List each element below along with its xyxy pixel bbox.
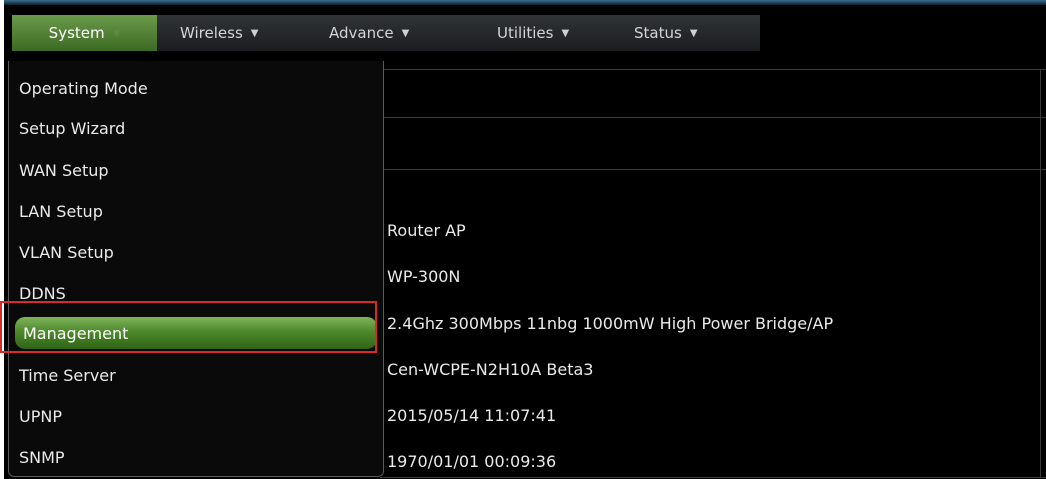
menu-item-wan-setup[interactable]: WAN Setup <box>9 156 379 184</box>
app-window: System ▼ Wireless ▼ Advance ▼ Utilities … <box>4 0 1046 479</box>
chevron-down-icon: ▼ <box>689 27 698 39</box>
menu-item-snmp[interactable]: SNMP <box>9 443 379 471</box>
main-menubar: System ▼ Wireless ▼ Advance ▼ Utilities … <box>12 15 760 51</box>
menu-item-lan-setup[interactable]: LAN Setup <box>9 197 379 225</box>
info-value-firmware: Cen-WCPE-N2H10A Beta3 <box>387 360 594 379</box>
menu-advance[interactable]: Advance ▼ <box>329 15 409 51</box>
system-dropdown-menu: Operating Mode Setup Wizard WAN Setup LA… <box>8 61 384 477</box>
info-value-model: WP-300N <box>387 267 461 286</box>
menu-item-setup-wizard[interactable]: Setup Wizard <box>9 114 379 142</box>
table-divider <box>380 169 1046 170</box>
chevron-down-icon: ▼ <box>250 27 259 39</box>
info-value-description: 2.4Ghz 300Mbps 11nbg 1000mW High Power B… <box>387 314 834 333</box>
table-divider <box>380 69 1046 70</box>
menu-utilities[interactable]: Utilities ▼ <box>497 15 569 51</box>
chevron-down-icon: ▼ <box>401 27 410 39</box>
menu-wireless[interactable]: Wireless ▼ <box>180 15 258 51</box>
menu-status-label: Status <box>634 24 682 42</box>
annotation-highlight-box <box>0 301 377 353</box>
menu-system-label: System <box>48 24 105 42</box>
table-border <box>1040 69 1041 477</box>
menu-item-upnp[interactable]: UPNP <box>9 402 379 430</box>
table-divider <box>380 117 1046 118</box>
menu-status[interactable]: Status ▼ <box>634 15 698 51</box>
menu-advance-label: Advance <box>329 24 394 42</box>
menu-system[interactable]: System ▼ <box>12 15 157 51</box>
menu-wireless-label: Wireless <box>180 24 243 42</box>
info-value-system-time: 1970/01/01 00:09:36 <box>387 452 557 471</box>
menu-item-operating-mode[interactable]: Operating Mode <box>9 74 379 102</box>
info-value-firmware-date: 2015/05/14 11:07:41 <box>387 406 557 425</box>
chevron-down-icon: ▼ <box>561 27 570 39</box>
top-accent-strip <box>4 0 1046 5</box>
menu-utilities-label: Utilities <box>497 24 554 42</box>
menu-item-vlan-setup[interactable]: VLAN Setup <box>9 238 379 266</box>
menu-item-time-server[interactable]: Time Server <box>9 361 379 389</box>
info-value-operation-mode: Router AP <box>387 221 466 240</box>
chevron-down-icon: ▼ <box>112 27 121 39</box>
table-divider <box>380 477 1046 478</box>
